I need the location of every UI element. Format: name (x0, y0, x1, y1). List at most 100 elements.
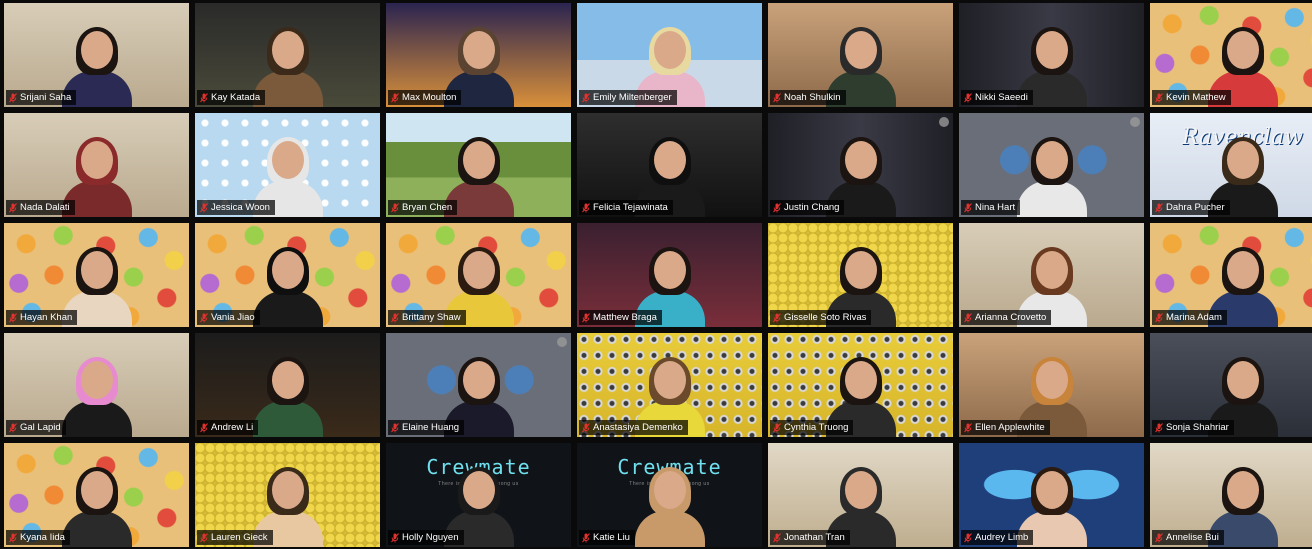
mic-muted-icon (1155, 202, 1163, 213)
participant-name-tag: Felicia Tejawinata (579, 200, 673, 215)
participant-tile[interactable]: Annelise Bui (1150, 443, 1312, 547)
participant-tile[interactable]: RavenclawDahra Pucher (1150, 113, 1312, 217)
participant-video (252, 357, 323, 437)
participant-tile[interactable]: Cynthia Truong (768, 333, 953, 437)
participant-name: Jonathan Tran (784, 532, 845, 543)
mic-muted-icon (9, 92, 17, 103)
participant-name-tag: Brittany Shaw (388, 310, 466, 325)
participant-tile[interactable]: Arianna Crovetto (959, 223, 1144, 327)
participant-name: Max Moulton (402, 92, 457, 103)
participant-name: Holly Nguyen (402, 532, 459, 543)
mic-muted-icon (582, 422, 590, 433)
participant-name: Ellen Applewhite (975, 422, 1045, 433)
participant-tile[interactable]: Nina Hart (959, 113, 1144, 217)
mic-muted-icon (964, 92, 972, 103)
participant-name-tag: Hayan Khan (6, 310, 78, 325)
participant-tile[interactable]: Kay Katada (195, 3, 380, 107)
mic-muted-icon (1155, 532, 1163, 543)
mic-muted-icon (391, 92, 399, 103)
participant-name-tag: Jonathan Tran (770, 530, 850, 545)
mic-muted-icon (964, 202, 972, 213)
mic-muted-icon (582, 312, 590, 323)
spotlight-icon[interactable] (557, 337, 567, 347)
participant-name-tag: Arianna Crovetto (961, 310, 1052, 325)
participant-tile[interactable]: CrewmateThere is 1 Impostor among usHoll… (386, 443, 571, 547)
participant-tile[interactable]: Bryan Chen (386, 113, 571, 217)
participant-tile[interactable]: Kevin Mathew (1150, 3, 1312, 107)
mic-muted-icon (200, 422, 208, 433)
participant-name: Matthew Braga (593, 312, 657, 323)
participant-tile[interactable]: Ellen Applewhite (959, 333, 1144, 437)
spotlight-icon[interactable] (939, 117, 949, 127)
participant-tile[interactable]: Felicia Tejawinata (577, 113, 762, 217)
participant-name-tag: Max Moulton (388, 90, 462, 105)
participant-tile[interactable]: Gal Lapid (4, 333, 189, 437)
mic-muted-icon (773, 312, 781, 323)
spotlight-icon[interactable] (1130, 117, 1140, 127)
participant-name: Kevin Mathew (1166, 92, 1226, 103)
participant-name: Vania Jiao (211, 312, 255, 323)
participant-name-tag: Bryan Chen (388, 200, 458, 215)
participant-tile[interactable]: Andrew Li (195, 333, 380, 437)
participant-name: Gisselle Soto Rivas (784, 312, 867, 323)
participant-tile[interactable]: Marina Adam (1150, 223, 1312, 327)
participant-name-tag: Elaine Huang (388, 420, 465, 435)
participant-video (61, 357, 132, 437)
participant-name-tag: Nada Dalati (6, 200, 75, 215)
participant-tile[interactable]: Srijani Saha (4, 3, 189, 107)
participant-name-tag: Cynthia Truong (770, 420, 854, 435)
participant-tile[interactable]: Nikki Saeedi (959, 3, 1144, 107)
participant-name: Kay Katada (211, 92, 261, 103)
participant-name: Katie Liu (593, 532, 630, 543)
participant-tile[interactable]: Elaine Huang (386, 333, 571, 437)
participant-tile[interactable]: Kyana Iida (4, 443, 189, 547)
participant-name-tag: Lauren Gieck (197, 530, 273, 545)
participant-name-tag: Matthew Braga (579, 310, 662, 325)
participant-video (634, 467, 705, 547)
participant-tile[interactable]: Vania Jiao (195, 223, 380, 327)
participant-name: Gal Lapid (20, 422, 61, 433)
mic-muted-icon (391, 202, 399, 213)
participant-name-tag: Vania Jiao (197, 310, 260, 325)
participant-tile[interactable]: Lauren Gieck (195, 443, 380, 547)
participant-name-tag: Ellen Applewhite (961, 420, 1050, 435)
mic-muted-icon (1155, 312, 1163, 323)
participant-tile[interactable]: Emily Miltenberger (577, 3, 762, 107)
mic-muted-icon (582, 202, 590, 213)
participant-name-tag: Emily Miltenberger (579, 90, 677, 105)
participant-tile[interactable]: Brittany Shaw (386, 223, 571, 327)
participant-tile[interactable]: CrewmateThere is 1 Impostor among usKati… (577, 443, 762, 547)
mic-muted-icon (773, 422, 781, 433)
mic-muted-icon (200, 92, 208, 103)
participant-name: Marina Adam (1166, 312, 1222, 323)
mic-muted-icon (9, 422, 17, 433)
participant-name-tag: Andrew Li (197, 420, 259, 435)
mic-muted-icon (391, 532, 399, 543)
participant-video (61, 467, 132, 547)
mic-muted-icon (391, 312, 399, 323)
participant-tile[interactable]: Gisselle Soto Rivas (768, 223, 953, 327)
participant-tile[interactable]: Anastasiya Demenko (577, 333, 762, 437)
participant-tile[interactable]: Jessica Woon (195, 113, 380, 217)
participant-tile[interactable]: Sonja Shahriar (1150, 333, 1312, 437)
video-gallery: Srijani Saha Kay Katada Max Moulton Emily M… (0, 0, 1312, 549)
mic-muted-icon (391, 422, 399, 433)
participant-tile[interactable]: Matthew Braga (577, 223, 762, 327)
mic-muted-icon (964, 532, 972, 543)
participant-name: Andrew Li (211, 422, 254, 433)
mic-muted-icon (9, 202, 17, 213)
mic-muted-icon (773, 532, 781, 543)
mic-muted-icon (773, 92, 781, 103)
participant-tile[interactable]: Audrey Limb (959, 443, 1144, 547)
participant-tile[interactable]: Jonathan Tran (768, 443, 953, 547)
participant-tile[interactable]: Noah Shulkin (768, 3, 953, 107)
participant-name-tag: Srijani Saha (6, 90, 77, 105)
participant-name-tag: Nina Hart (961, 200, 1021, 215)
participant-name-tag: Nikki Saeedi (961, 90, 1033, 105)
participant-tile[interactable]: Nada Dalati (4, 113, 189, 217)
mic-muted-icon (200, 532, 208, 543)
mic-muted-icon (964, 422, 972, 433)
participant-tile[interactable]: Hayan Khan (4, 223, 189, 327)
participant-tile[interactable]: Justin Chang (768, 113, 953, 217)
participant-tile[interactable]: Max Moulton (386, 3, 571, 107)
